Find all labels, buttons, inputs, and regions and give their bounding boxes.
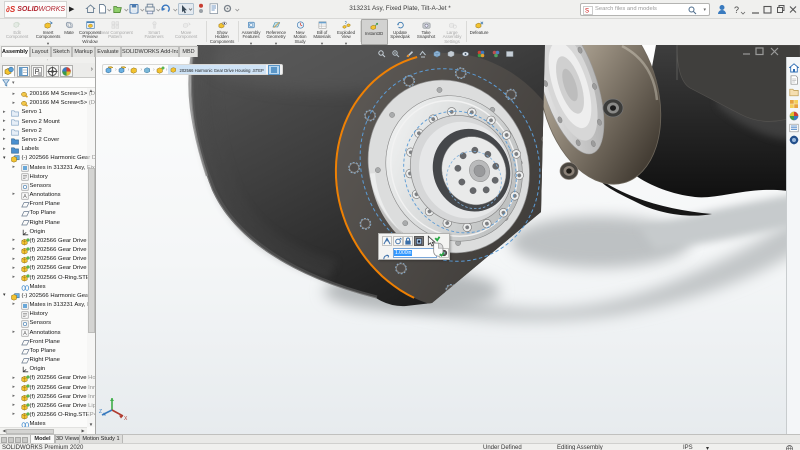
svg-text:A: A (23, 194, 27, 200)
svg-text:A: A (23, 331, 27, 337)
svg-text:S: S (585, 9, 589, 15)
svg-text:?: ? (734, 5, 739, 15)
svg-text:Z: Z (99, 409, 102, 415)
